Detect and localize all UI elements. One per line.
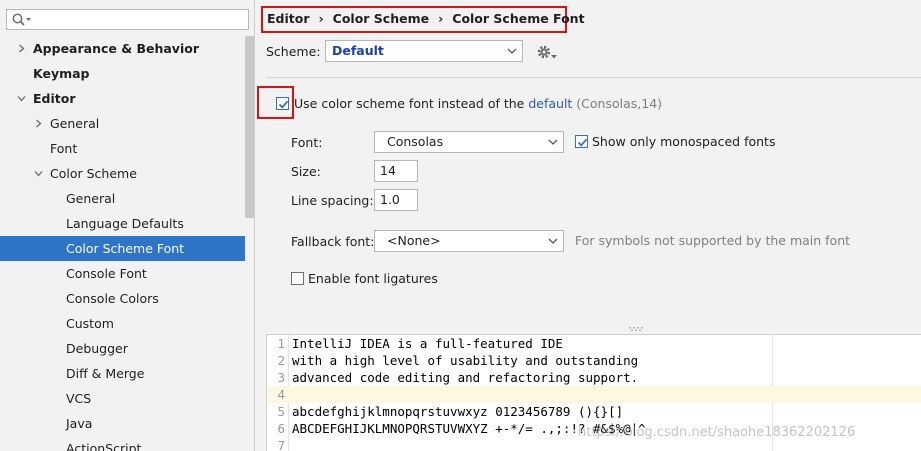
sidebar-item-label: Editor xyxy=(33,91,76,106)
preview-code-text: IntelliJ IDEA is a full-featured IDE xyxy=(292,336,563,351)
chevron-right-icon[interactable] xyxy=(17,44,26,53)
breadcrumb-separator: › xyxy=(438,11,444,26)
sidebar-item[interactable]: Java xyxy=(0,411,245,436)
sidebar-item[interactable]: General xyxy=(0,111,245,136)
preview-line: 2 with a high level of usability and outs… xyxy=(267,352,921,369)
preview-code-text: with a high level of usability and outst… xyxy=(292,353,639,368)
monospaced-only-label: Show only monospaced fonts xyxy=(592,134,776,149)
breadcrumb-item-editor[interactable]: Editor xyxy=(267,11,310,26)
preview-code-text: advanced code editing and refactoring su… xyxy=(292,370,639,385)
monospaced-only-checkbox[interactable] xyxy=(575,135,588,148)
sidebar-item-label: Color Scheme xyxy=(50,166,137,181)
preview-code-text: abcdefghijklmnopqrstuvwxyz 0123456789 ()… xyxy=(292,404,624,419)
sidebar-item-label: Color Scheme Font xyxy=(66,241,185,256)
preview-line: 3 advanced code editing and refactoring s… xyxy=(267,369,921,386)
fallback-font-value: <None> xyxy=(387,233,441,248)
sidebar-item-label: Java xyxy=(66,416,93,431)
fallback-font-hint: For symbols not supported by the main fo… xyxy=(575,233,851,248)
sidebar-item[interactable]: Console Font xyxy=(0,261,245,286)
line-number: 2 xyxy=(277,353,285,368)
sidebar-item-label: Console Colors xyxy=(66,291,159,306)
breadcrumb-item-color-scheme-font: Color Scheme Font xyxy=(452,11,585,26)
font-value: Consolas xyxy=(387,134,444,149)
size-input[interactable]: 14 xyxy=(374,160,418,182)
sidebar-scrollbar[interactable] xyxy=(245,36,254,218)
line-number: 4 xyxy=(277,387,285,402)
size-label: Size: xyxy=(291,164,321,179)
font-label: Font: xyxy=(291,135,323,150)
fallback-font-dropdown[interactable]: <None> xyxy=(374,230,564,252)
scheme-value: Default xyxy=(332,43,384,58)
sidebar-item-label: General xyxy=(66,191,116,206)
sidebar-item[interactable]: ActionScript xyxy=(0,436,245,451)
chevron-down-icon xyxy=(548,139,558,145)
chevron-down-icon xyxy=(548,238,558,244)
section-divider xyxy=(266,77,921,78)
preview-line: 5 abcdefghijklmnopqrstuvwxyz 0123456789 (… xyxy=(267,403,921,420)
line-number: 3 xyxy=(277,370,285,385)
settings-search-input[interactable] xyxy=(6,9,249,30)
sidebar-item[interactable]: Color Scheme xyxy=(0,161,245,186)
sidebar-item[interactable]: Keymap xyxy=(0,61,245,86)
sidebar-item-label: VCS xyxy=(66,391,92,406)
line-number: 6 xyxy=(277,421,285,436)
settings-content: Editor › Color Scheme › Color Scheme Font Sc… xyxy=(256,0,921,451)
sidebar-item-label: General xyxy=(50,116,100,131)
chevron-down-icon[interactable] xyxy=(34,169,43,178)
sidebar-item-label: Diff & Merge xyxy=(66,366,145,381)
sidebar-item[interactable]: Custom xyxy=(0,311,245,336)
line-number: 7 xyxy=(277,438,285,451)
sidebar-item[interactable]: General xyxy=(0,186,245,211)
breadcrumb-item-color-scheme[interactable]: Color Scheme xyxy=(333,11,429,26)
default-font-hint: (Consolas,14) xyxy=(572,96,663,111)
sidebar-item[interactable]: Editor xyxy=(0,86,245,111)
sidebar-item[interactable]: Console Colors xyxy=(0,286,245,311)
font-ligatures-checkbox[interactable] xyxy=(291,272,304,285)
use-scheme-font-checkbox[interactable] xyxy=(276,97,289,110)
default-font-link[interactable]: default xyxy=(528,96,572,111)
use-scheme-font-label: Use color scheme font instead of the def… xyxy=(294,96,662,111)
chevron-down-icon xyxy=(507,48,517,54)
preview-line: 1 IntelliJ IDEA is a full-featured IDE xyxy=(267,335,921,352)
sidebar-item[interactable]: Diff & Merge xyxy=(0,361,245,386)
sidebar-item[interactable]: Color Scheme Font xyxy=(0,236,245,261)
sidebar-item-label: Language Defaults xyxy=(66,216,184,231)
font-dropdown[interactable]: Consolas xyxy=(374,131,564,153)
line-spacing-label: Line spacing: xyxy=(291,193,374,208)
breadcrumb: Editor › Color Scheme › Color Scheme Font xyxy=(267,10,585,28)
preview-line: 4 xyxy=(267,386,921,403)
sidebar-item-label: ActionScript xyxy=(66,441,142,451)
use-scheme-font-text: Use color scheme font instead of the xyxy=(294,96,529,111)
line-spacing-input[interactable]: 1.0 xyxy=(374,189,418,211)
line-number: 5 xyxy=(277,404,285,419)
scheme-dropdown[interactable]: Default xyxy=(325,40,523,62)
watermark-text: https://blog.csdn.net/shaohe18362202126 xyxy=(578,425,856,440)
sidebar-item-label: Appearance & Behavior xyxy=(33,41,199,56)
scheme-label: Scheme: xyxy=(266,44,321,59)
line-number: 1 xyxy=(277,336,285,351)
splitter-grip-icon[interactable] xyxy=(629,327,643,331)
settings-sidebar: Appearance & Behavior Keymap Editor General… xyxy=(0,0,255,451)
breadcrumb-separator: › xyxy=(318,11,324,26)
sidebar-item[interactable]: Language Defaults xyxy=(0,211,245,236)
sidebar-item-label: Custom xyxy=(66,316,114,331)
fallback-font-label: Fallback font: xyxy=(291,234,375,249)
chevron-right-icon[interactable] xyxy=(34,119,43,128)
search-icon xyxy=(12,13,31,26)
checkmark-icon xyxy=(278,100,289,109)
sidebar-item-label: Font xyxy=(50,141,78,156)
font-ligatures-label: Enable font ligatures xyxy=(308,271,438,286)
sidebar-item-label: Keymap xyxy=(33,66,90,81)
sidebar-item[interactable]: Appearance & Behavior xyxy=(0,36,245,61)
sidebar-item-label: Console Font xyxy=(66,266,147,281)
sidebar-item[interactable]: Debugger xyxy=(0,336,245,361)
sidebar-item[interactable]: Font xyxy=(0,136,245,161)
sidebar-item[interactable]: VCS xyxy=(0,386,245,411)
gear-icon[interactable] xyxy=(536,42,558,62)
checkmark-icon xyxy=(577,138,588,147)
chevron-down-icon[interactable] xyxy=(17,94,26,103)
sidebar-item-label: Debugger xyxy=(66,341,128,356)
